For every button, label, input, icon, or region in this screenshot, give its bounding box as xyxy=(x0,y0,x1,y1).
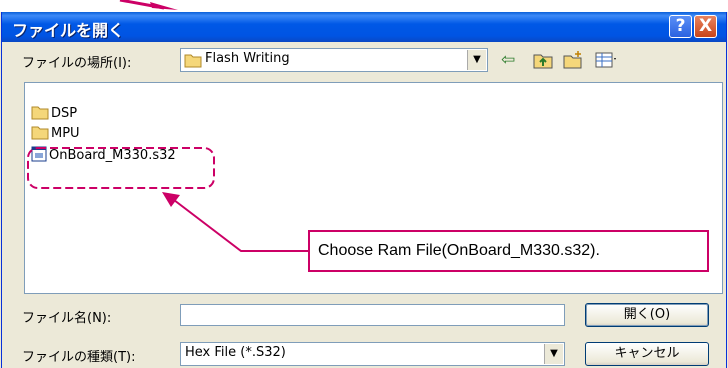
open-file-dialog: ファイルを開く ? X ファイルの場所(I): Flash Writing ▼ … xyxy=(1,12,727,368)
close-button[interactable]: X xyxy=(694,15,717,38)
folder-icon xyxy=(184,54,202,68)
back-arrow-icon[interactable]: ⇦ xyxy=(501,50,515,70)
cancel-button[interactable]: キャンセル xyxy=(585,342,709,366)
new-folder-icon[interactable] xyxy=(562,50,584,75)
list-item[interactable]: OnBoard_M330.s32 xyxy=(31,146,176,163)
look-in-value: Flash Writing xyxy=(205,51,290,66)
open-button[interactable]: 開く(O) xyxy=(585,303,709,327)
file-name-input[interactable] xyxy=(180,304,565,326)
file-icon xyxy=(31,146,47,162)
title-bar[interactable]: ファイルを開く ? X xyxy=(2,12,726,42)
file-name-label: ファイル名(N): xyxy=(22,311,112,326)
chevron-down-icon[interactable]: ▼ xyxy=(467,50,486,70)
help-button[interactable]: ? xyxy=(669,15,692,38)
view-menu-icon[interactable] xyxy=(594,50,618,75)
file-type-select[interactable]: Hex File (*.S32) ▼ xyxy=(180,342,565,366)
list-item[interactable]: MPU xyxy=(31,125,80,141)
dialog-title: ファイルを開く xyxy=(12,21,125,40)
file-type-value: Hex File (*.S32) xyxy=(185,345,286,360)
look-in-label: ファイルの場所(I): xyxy=(22,56,132,71)
annotation-callout: Choose Ram File(OnBoard_M330.s32). xyxy=(308,230,709,272)
folder-icon xyxy=(31,106,49,120)
chevron-down-icon[interactable]: ▼ xyxy=(544,344,563,364)
list-item-label: MPU xyxy=(51,126,80,141)
list-item-label: DSP xyxy=(51,106,78,121)
file-type-label: ファイルの種類(T): xyxy=(22,350,136,365)
list-item-label: OnBoard_M330.s32 xyxy=(49,148,176,163)
background-strip xyxy=(0,0,728,12)
look-in-combo[interactable]: Flash Writing ▼ xyxy=(180,48,488,72)
up-folder-icon[interactable] xyxy=(532,50,554,75)
list-item[interactable]: DSP xyxy=(31,105,77,121)
folder-icon xyxy=(31,126,49,140)
